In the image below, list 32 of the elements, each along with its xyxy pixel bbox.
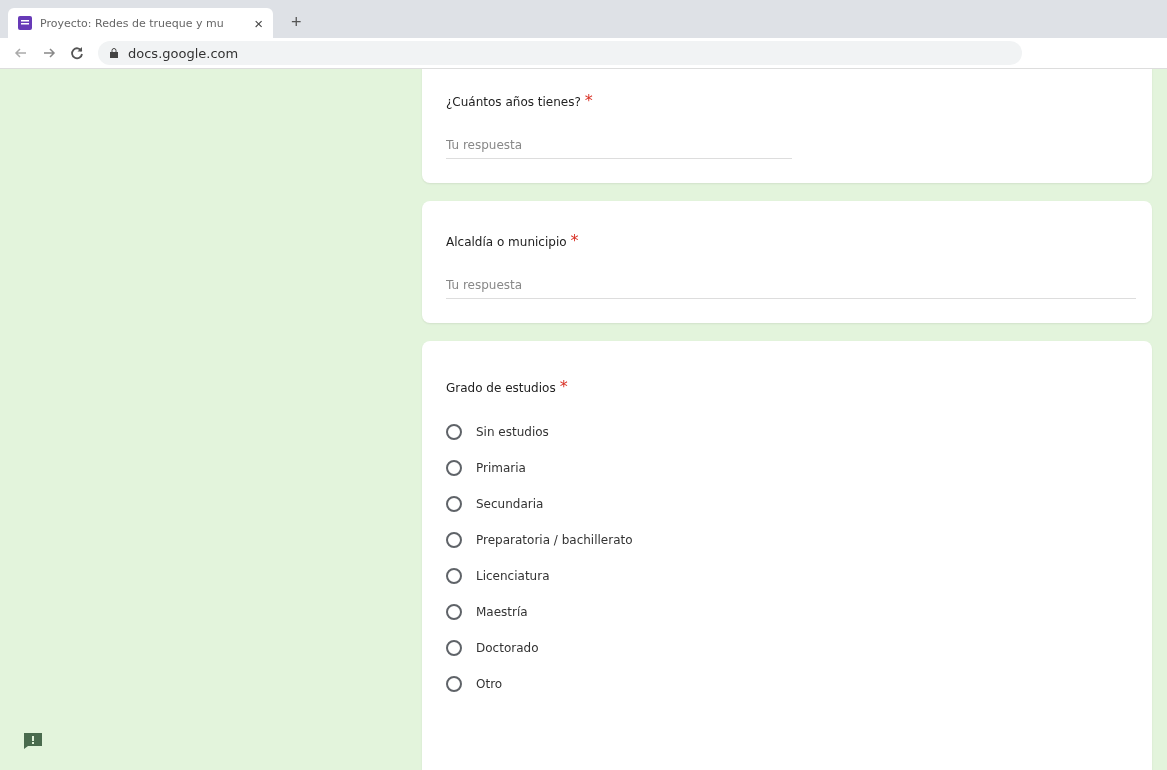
radio-button[interactable] <box>446 460 462 476</box>
question-title: Alcaldía o municipio <box>446 235 567 249</box>
question-title: Grado de estudios <box>446 381 556 395</box>
tab-title: Proyecto: Redes de trueque y mu <box>40 16 225 30</box>
option-label[interactable]: Licenciatura <box>476 569 550 583</box>
option-label[interactable]: Doctorado <box>476 641 539 655</box>
browser-tab[interactable]: Proyecto: Redes de trueque y mu × <box>8 8 273 38</box>
lock-icon <box>110 48 118 58</box>
option-label[interactable]: Primaria <box>476 461 526 475</box>
new-tab-button[interactable]: + <box>285 11 308 34</box>
radio-button[interactable] <box>446 640 462 656</box>
radio-button[interactable] <box>446 532 462 548</box>
forward-icon[interactable] <box>42 46 56 60</box>
radio-button[interactable] <box>446 604 462 620</box>
option-label[interactable]: Maestría <box>476 605 528 619</box>
reload-icon[interactable] <box>70 46 84 60</box>
radio-button[interactable] <box>446 424 462 440</box>
option-label[interactable]: Otro <box>476 677 503 691</box>
required-asterisk: * <box>584 91 593 110</box>
radio-button[interactable] <box>446 496 462 512</box>
option-label[interactable]: Secundaria <box>476 497 544 511</box>
required-asterisk: * <box>570 231 579 250</box>
required-asterisk: * <box>559 377 568 396</box>
radio-button[interactable] <box>446 568 462 584</box>
close-tab-button[interactable]: × <box>254 14 263 32</box>
option-label[interactable]: Preparatoria / bachillerato <box>476 533 633 547</box>
question-title: ¿Cuántos años tienes? <box>446 95 581 109</box>
option-label[interactable]: Sin estudios <box>476 425 549 439</box>
form-icon <box>18 16 32 30</box>
feedback-icon[interactable] <box>24 733 42 749</box>
radio-button[interactable] <box>446 676 462 692</box>
address-bar[interactable]: docs.google.com <box>98 41 1022 65</box>
